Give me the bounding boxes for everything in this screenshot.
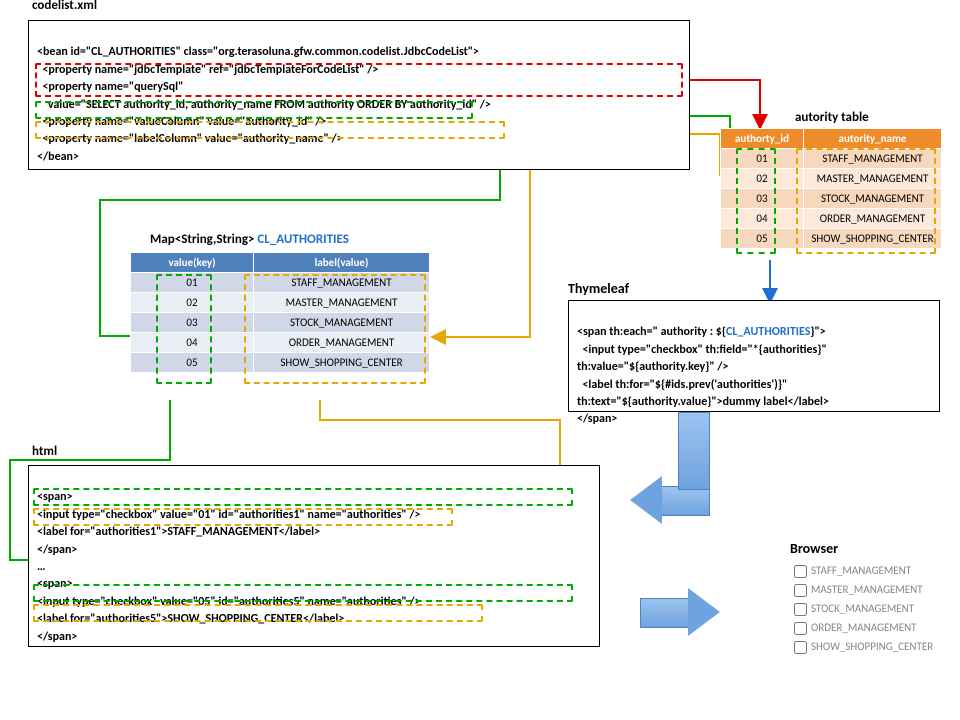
- authority-name-col-highlight: [796, 148, 936, 254]
- map-key-col-highlight: [156, 274, 212, 384]
- checkbox-icon[interactable]: [794, 641, 807, 654]
- thymeleaf-box: <span th:each=" authority : ${CL_AUTHORI…: [568, 300, 940, 412]
- map-header-key: value(key): [131, 253, 254, 273]
- browser-item[interactable]: STAFF_MANAGEMENT: [790, 562, 933, 581]
- browser-list: STAFF_MANAGEMENT MASTER_MANAGEMENT STOCK…: [790, 562, 933, 657]
- codelist-box: <bean id="CL_AUTHORITIES" class="org.ter…: [28, 20, 690, 170]
- map-value-col-highlight: [244, 274, 426, 384]
- html-label5-highlight: [33, 604, 483, 622]
- html-input1-highlight: [33, 488, 573, 506]
- browser-item[interactable]: STOCK_MANAGEMENT: [790, 600, 933, 619]
- authority-table-header-name: autority_name: [804, 129, 942, 149]
- checkbox-icon[interactable]: [794, 603, 807, 616]
- arrow-html-to-browser: [640, 588, 720, 636]
- browser-title: Browser: [790, 540, 838, 557]
- html-input5-highlight: [33, 584, 573, 602]
- html-box: <span> <input type="checkbox" value="01"…: [28, 465, 600, 647]
- map-caption: Map<String,String> CL_AUTHORITIES: [150, 232, 349, 247]
- thymeleaf-code: <span th:each=" authority : ${CL_AUTHORI…: [569, 301, 939, 452]
- browser-item[interactable]: ORDER_MANAGEMENT: [790, 619, 933, 638]
- thymeleaf-title: Thymeleaf: [568, 280, 629, 297]
- arrow-tail: [678, 412, 710, 490]
- label-column-highlight: [35, 121, 505, 139]
- checkbox-icon[interactable]: [794, 565, 807, 578]
- value-column-highlight: [35, 101, 473, 119]
- authority-table-header-id: authorty_id: [721, 129, 804, 149]
- browser-item[interactable]: SHOW_SHOPPING_CENTER: [790, 638, 933, 657]
- codelist-title: codelist.xml: [28, 0, 101, 13]
- html-label1-highlight: [33, 508, 453, 526]
- browser-item[interactable]: MASTER_MANAGEMENT: [790, 581, 933, 600]
- query-sql-highlight: [35, 63, 683, 97]
- checkbox-icon[interactable]: [794, 584, 807, 597]
- checkbox-icon[interactable]: [794, 622, 807, 635]
- html-title: html: [28, 444, 61, 459]
- authority-id-col-highlight: [736, 148, 776, 254]
- authority-table-title: autority table: [795, 110, 869, 125]
- map-header-value: label(value): [254, 253, 430, 273]
